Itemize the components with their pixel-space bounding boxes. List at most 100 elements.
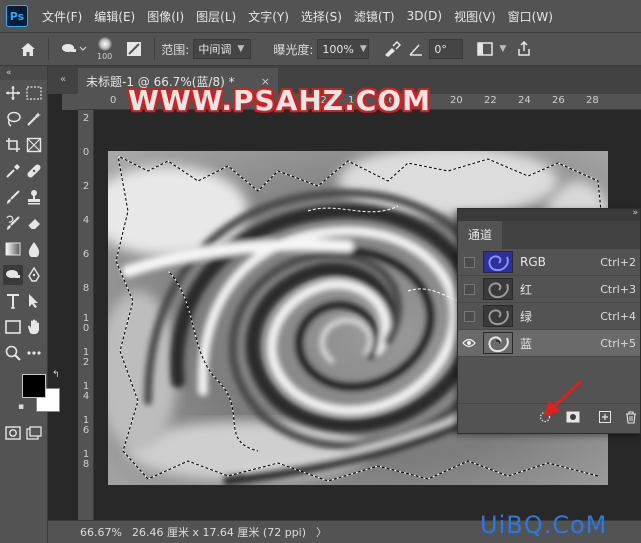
menu-filter[interactable]: 滤镜(T) [348, 8, 401, 25]
zoom-level[interactable]: 66.67% [80, 526, 122, 539]
menu-layer[interactable]: 图层(L) [190, 8, 242, 25]
channel-visibility-toggle[interactable] [458, 303, 480, 330]
range-select[interactable]: 中间调 ▼ [193, 39, 252, 59]
delete-channel-icon[interactable] [624, 410, 638, 424]
channel-shortcut: Ctrl+5 [600, 337, 636, 350]
vertical-ruler[interactable]: 2 0 2 4 6 8 1 0 1 2 1 4 1 6 1 8 [78, 110, 94, 520]
lasso-tool-icon[interactable] [3, 109, 23, 129]
airbrush-icon[interactable] [383, 41, 402, 57]
channel-visibility-toggle[interactable] [458, 330, 480, 357]
brush-size-value: 100 [97, 52, 113, 61]
angle-input[interactable]: 0° [429, 39, 464, 59]
type-tool-icon[interactable] [3, 291, 23, 311]
screen-mode-icon[interactable] [24, 423, 44, 443]
brush-tool-icon[interactable] [3, 187, 23, 207]
chevron-down-icon[interactable]: ▼ [499, 44, 506, 54]
home-icon[interactable] [20, 42, 36, 57]
menu-file[interactable]: 文件(F) [36, 8, 88, 25]
channel-shortcut: Ctrl+3 [600, 283, 636, 296]
document-size-info: 26.46 厘米 x 17.64 厘米 (72 ppi) [131, 526, 307, 539]
red-arrow-annotation [544, 380, 582, 416]
gradient-tool-icon[interactable] [3, 239, 23, 259]
ruler-origin[interactable] [62, 94, 78, 110]
channel-visibility-toggle[interactable] [458, 276, 480, 303]
photoshop-logo: Ps [6, 5, 28, 27]
ruler-tick-label: 4 [82, 215, 90, 226]
marquee-tool-icon[interactable] [24, 83, 44, 103]
options-bar: 100 范围: 中间调 ▼ 曝光度: 100% ▼ 0° ▼ [0, 32, 641, 66]
angle-icon [409, 42, 423, 56]
menu-select[interactable]: 选择(S) [295, 8, 348, 25]
quick-mask-icon[interactable] [3, 423, 23, 443]
share-icon[interactable] [516, 41, 532, 57]
channel-row-blue[interactable]: 蓝 Ctrl+5 [458, 330, 640, 357]
eraser-tool-icon[interactable] [24, 213, 44, 233]
ruler-tick-label: 22 [484, 95, 497, 106]
menu-view[interactable]: 视图(V) [448, 8, 502, 25]
channel-name: 蓝 [520, 336, 533, 351]
channel-name: 红 [520, 282, 533, 297]
pen-tool-icon[interactable] [24, 265, 44, 285]
panel-tab-bar: 通道 [458, 221, 640, 249]
eyedropper-tool-icon[interactable] [3, 161, 23, 181]
default-colors-icon[interactable]: ▪ [18, 402, 24, 412]
channel-visibility-toggle[interactable] [458, 249, 480, 276]
panel-title-bar[interactable]: » [458, 208, 640, 221]
options-separator [154, 38, 156, 60]
collapse-toolbar-icon[interactable]: « [0, 66, 47, 80]
panel-collapse-icon[interactable]: » [632, 208, 638, 218]
tab-channels[interactable]: 通道 [458, 221, 503, 249]
blur-tool-icon[interactable] [24, 239, 44, 259]
color-swatches: ↰ ▪ [0, 370, 60, 418]
channel-thumbnail [483, 305, 513, 327]
tab-nav-icon[interactable]: « [48, 66, 78, 94]
path-selection-tool-icon[interactable] [24, 291, 44, 311]
ruler-tick-label: 24 [518, 95, 531, 106]
foreground-color-swatch[interactable] [22, 374, 46, 398]
exposure-value: 100% [322, 42, 354, 56]
channel-row-rgb[interactable]: RGB Ctrl+2 [458, 249, 640, 276]
menu-type[interactable]: 文字(Y) [242, 8, 295, 25]
ruler-tick-label: 1 8 [82, 449, 90, 470]
menu-window[interactable]: 窗口(W) [502, 8, 559, 25]
menu-3d[interactable]: 3D(D) [401, 9, 448, 23]
ruler-tick-label: 2 [82, 113, 90, 124]
chevron-down-icon: ▼ [237, 44, 245, 54]
channel-shortcut: Ctrl+4 [600, 310, 636, 323]
site-logo: UiBQ.CoM [480, 511, 608, 539]
magic-wand-tool-icon[interactable] [24, 109, 44, 129]
site-watermark: WWW.PSAHZ.COM [128, 84, 431, 117]
tools-panel: « ↰ ▪ [0, 66, 60, 543]
healing-brush-tool-icon[interactable] [24, 161, 44, 181]
channel-row-green[interactable]: 绿 Ctrl+4 [458, 303, 640, 330]
exposure-label: 曝光度: [273, 42, 314, 57]
new-channel-icon[interactable] [598, 410, 612, 424]
protect-tones-icon[interactable] [477, 42, 494, 56]
brush-preset-picker[interactable]: 100 [97, 37, 112, 61]
frame-tool-icon[interactable] [24, 135, 44, 155]
move-tool-icon[interactable] [3, 83, 23, 103]
dodge-tool-preset-icon[interactable] [61, 42, 87, 56]
swap-colors-icon[interactable]: ↰ [52, 370, 60, 380]
rectangle-tool-icon[interactable] [3, 317, 23, 337]
brush-settings-icon[interactable] [126, 41, 142, 57]
zoom-tool-icon[interactable] [3, 343, 23, 363]
crop-tool-icon[interactable] [3, 135, 23, 155]
ruler-tick-label: 6 [82, 249, 90, 260]
history-brush-tool-icon[interactable] [3, 213, 23, 233]
visibility-off-icon [463, 256, 475, 268]
hand-tool-icon[interactable] [24, 317, 44, 337]
menu-image[interactable]: 图像(I) [141, 8, 190, 25]
ruler-tick-label: 1 4 [82, 381, 90, 402]
menu-edit[interactable]: 编辑(E) [88, 8, 141, 25]
dodge-tool-icon[interactable] [2, 265, 23, 285]
channel-row-red[interactable]: 红 Ctrl+3 [458, 276, 640, 303]
ruler-tick-label: 20 [450, 95, 463, 106]
more-tools-icon[interactable] [24, 343, 44, 363]
range-label: 范围: [161, 42, 190, 57]
exposure-input[interactable]: 100% ▼ [317, 39, 370, 59]
status-menu-icon[interactable]: 〉 [316, 524, 327, 540]
channel-thumbnail [483, 278, 513, 300]
ruler-tick-label: 1 6 [82, 415, 90, 436]
clone-stamp-tool-icon[interactable] [24, 187, 44, 207]
